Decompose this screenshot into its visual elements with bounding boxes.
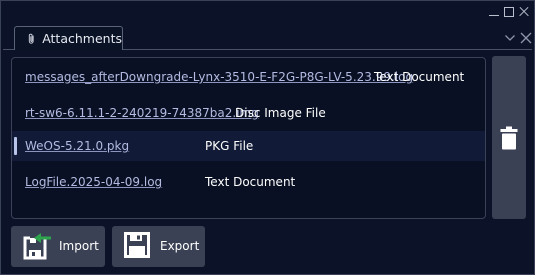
export-label: Export (160, 239, 200, 253)
paperclip-icon (28, 33, 34, 44)
attachment-name-link[interactable]: WeOS-5.21.0.pkg (25, 139, 129, 153)
list-item[interactable]: messages_afterDowngrade-Lynx-3510-E-F2G-… (12, 62, 485, 92)
tab-label: Attachments (42, 31, 122, 46)
attachment-type: Text Document (205, 175, 296, 189)
minimize-icon[interactable] (487, 5, 501, 19)
tab-attachments[interactable]: Attachments (14, 26, 123, 50)
delete-button[interactable] (492, 56, 526, 219)
close-icon[interactable] (517, 5, 531, 19)
attachment-type: PKG File (205, 139, 254, 153)
panel-close-icon[interactable] (520, 32, 532, 44)
chevron-down-icon[interactable] (504, 32, 516, 44)
attachment-name-link[interactable]: LogFile.2025-04-09.log (25, 175, 162, 189)
maximize-icon[interactable] (502, 5, 516, 19)
attachment-name-link[interactable]: messages_afterDowngrade-Lynx-3510-E-F2G-… (25, 70, 413, 84)
attachments-window: Attachments messages_afterDowngrade-Lynx… (0, 0, 535, 275)
import-button[interactable]: Import (11, 226, 105, 267)
list-item[interactable]: LogFile.2025-04-09.log Text Document (12, 167, 485, 197)
selection-indicator (14, 137, 17, 155)
import-icon (23, 233, 51, 260)
import-label: Import (59, 239, 99, 253)
attachment-type: Disc Image File (235, 106, 326, 120)
list-item[interactable]: rt-sw6-6.11.1-2-240219-74387ba2.img Disc… (12, 98, 485, 128)
floppy-disk-icon (124, 232, 150, 258)
attachment-list[interactable]: messages_afterDowngrade-Lynx-3510-E-F2G-… (11, 57, 486, 219)
export-button[interactable]: Export (112, 226, 205, 267)
attachment-name-link[interactable]: rt-sw6-6.11.1-2-240219-74387ba2.img (25, 106, 259, 120)
list-item-selected[interactable]: WeOS-5.21.0.pkg PKG File (12, 131, 485, 161)
attachment-type: Text Document (374, 70, 465, 84)
trash-icon (500, 126, 518, 149)
